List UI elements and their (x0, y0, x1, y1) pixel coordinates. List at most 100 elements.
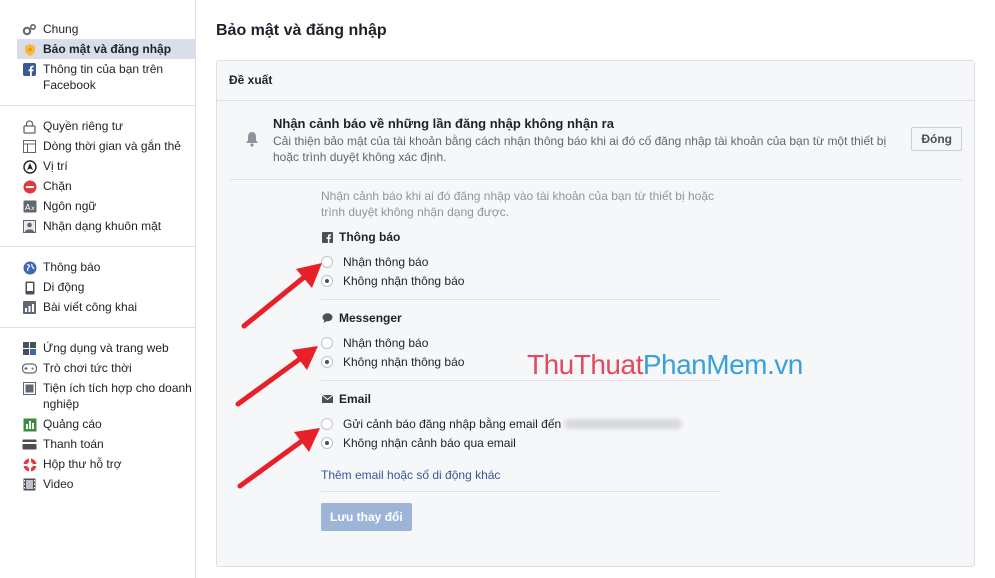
envelope-icon (321, 393, 333, 405)
rss-icon (22, 300, 37, 315)
option-label: Nhận thông báo (343, 335, 429, 350)
sidebar-item-label: Bảo mật và đăng nhập (43, 42, 172, 56)
sidebar-item-payments[interactable]: Thanh toán (0, 434, 195, 454)
option-label: Không nhận thông báo (343, 273, 465, 288)
messenger-heading: Messenger (321, 311, 721, 325)
login-alerts-card: Đề xuất Nhận cảnh báo về những lần đăng … (216, 60, 975, 567)
sidebar-item-label: Hộp thư hỗ trợ (43, 457, 122, 471)
sidebar-group-notifications: Thông báo Di động Bài viết công khai (0, 257, 195, 317)
ads-icon (22, 417, 37, 432)
gamepad-icon (22, 361, 37, 376)
radio-button[interactable] (321, 336, 333, 349)
film-icon (22, 477, 37, 492)
watermark-part1: ThuThuat (527, 349, 643, 380)
sidebar-item-timeline[interactable]: Dòng thời gian và gắn thẻ (0, 136, 195, 156)
sidebar-item-label: Tiện ích tích hợp cho doanh nghiệp (43, 381, 192, 411)
recommendation: Nhận cảnh báo về những lần đăng nhập khô… (273, 116, 913, 165)
facebook-icon (321, 231, 333, 243)
add-email-or-phone-link[interactable]: Thêm email hoặc số di động khác (321, 468, 500, 482)
sidebar-item-public-posts[interactable]: Bài viết công khai (0, 297, 195, 317)
sidebar-item-face-recognition[interactable]: Nhận dạng khuôn mặt (0, 216, 195, 236)
add-contact-row: Thêm email hoặc số di động khác (321, 468, 721, 482)
sidebar-item-label: Vị trí (43, 159, 68, 173)
annotation-arrow (237, 428, 320, 489)
dismiss-button[interactable]: Đóng (911, 127, 962, 151)
mobile-icon (22, 280, 37, 295)
sidebar-item-label: Dòng thời gian và gắn thẻ (43, 139, 181, 153)
sidebar-item-label: Thanh toán (43, 437, 104, 451)
sidebar-group-privacy: Quyền riêng tư Dòng thời gian và gắn thẻ… (0, 116, 195, 236)
option-label: Không nhận cảnh báo qua email (343, 435, 516, 450)
section-divider (321, 299, 721, 300)
email-off-option[interactable]: Không nhận cảnh báo qua email (321, 433, 721, 452)
sidebar-item-video[interactable]: Video (0, 474, 195, 494)
sidebar-item-label: Chặn (43, 179, 72, 193)
integration-icon (22, 381, 37, 396)
language-icon: Ax (22, 199, 37, 214)
save-changes-button[interactable]: Lưu thay đổi (321, 503, 412, 531)
notifications-on-option[interactable]: Nhận thông báo (321, 252, 721, 271)
email-on-option[interactable]: Gửi cảnh báo đăng nhập bằng email đến (321, 414, 721, 433)
sidebar-item-language[interactable]: Ax Ngôn ngữ (0, 196, 195, 216)
option-label: Không nhận thông báo (343, 354, 465, 369)
bell-icon (245, 131, 259, 147)
card-header: Đề xuất (217, 61, 974, 101)
option-label: Nhận thông báo (343, 254, 429, 269)
sidebar-item-location[interactable]: Vị trí (0, 156, 195, 176)
facebook-icon (22, 62, 37, 77)
sidebar-item-label: Quảng cáo (43, 417, 102, 431)
sidebar-item-label: Trò chơi tức thời (43, 361, 132, 375)
block-icon (22, 179, 37, 194)
globe-icon (22, 260, 37, 275)
sidebar-group-general: Chung Bảo mật và đăng nhập Thông tin của… (0, 19, 195, 95)
sidebar-item-block[interactable]: Chặn (0, 176, 195, 196)
recommendation-description: Cải thiện bảo mật của tài khoản bằng các… (273, 134, 887, 164)
option-label: Gửi cảnh báo đăng nhập bằng email đến (343, 416, 562, 431)
sidebar-item-label: Chung (43, 22, 79, 36)
sidebar-group-apps: Ứng dụng và trang web Trò chơi tức thời … (0, 338, 195, 494)
watermark-part2: PhanMem.vn (642, 349, 803, 380)
blurred-email-address (564, 418, 683, 429)
radio-button-selected[interactable] (321, 355, 333, 368)
sidebar-item-mobile[interactable]: Di động (0, 277, 195, 297)
sidebar-divider (0, 105, 196, 106)
email-heading: Email (321, 392, 721, 406)
section-title: Messenger (339, 311, 402, 325)
sidebar-item-label: Quyền riêng tư (43, 119, 124, 133)
apps-icon (22, 341, 37, 356)
notifications-off-option[interactable]: Không nhận thông báo (321, 271, 721, 290)
card-divider (230, 179, 962, 180)
sidebar-item-support-inbox[interactable]: Hộp thư hỗ trợ (0, 454, 195, 474)
settings-sidebar: Chung Bảo mật và đăng nhập Thông tin của… (0, 0, 196, 578)
sidebar-item-label: Ứng dụng và trang web (43, 341, 169, 355)
sidebar-item-label: Ngôn ngữ (43, 199, 97, 213)
timeline-icon (22, 139, 37, 154)
sidebar-item-ads[interactable]: Quảng cáo (0, 414, 195, 434)
sidebar-item-label: Thông báo (43, 260, 101, 274)
sidebar-item-security[interactable]: Bảo mật và đăng nhập (17, 39, 195, 59)
sidebar-item-your-info[interactable]: Thông tin của bạn trên Facebook (0, 59, 195, 95)
sidebar-item-label: Thông tin của bạn trên Facebook (43, 62, 164, 92)
sidebar-item-general[interactable]: Chung (0, 19, 195, 39)
watermark: ThuThuatPhanMem.vn (527, 349, 803, 381)
sidebar-divider (0, 246, 196, 247)
face-icon (22, 219, 37, 234)
gears-icon (22, 22, 37, 37)
sidebar-item-privacy[interactable]: Quyền riêng tư (0, 116, 195, 136)
payment-icon (22, 437, 37, 452)
sidebar-item-label: Bài viết công khai (43, 300, 138, 314)
sidebar-item-notifications[interactable]: Thông báo (0, 257, 195, 277)
section-divider (321, 491, 721, 492)
sidebar-item-label: Video (43, 477, 74, 491)
shield-icon (22, 42, 37, 57)
page-title: Bảo mật và đăng nhập (216, 22, 387, 39)
annotation-arrow (241, 263, 322, 329)
lock-icon (22, 119, 37, 134)
sidebar-item-label: Di động (43, 280, 85, 294)
section-title: Thông báo (339, 230, 401, 244)
sidebar-item-instant-games[interactable]: Trò chơi tức thời (0, 358, 195, 378)
svg-text:x: x (31, 205, 35, 212)
sidebar-item-business-integrations[interactable]: Tiện ích tích hợp cho doanh nghiệp (0, 378, 195, 414)
sidebar-item-apps[interactable]: Ứng dụng và trang web (0, 338, 195, 358)
sidebar-divider (0, 327, 196, 328)
